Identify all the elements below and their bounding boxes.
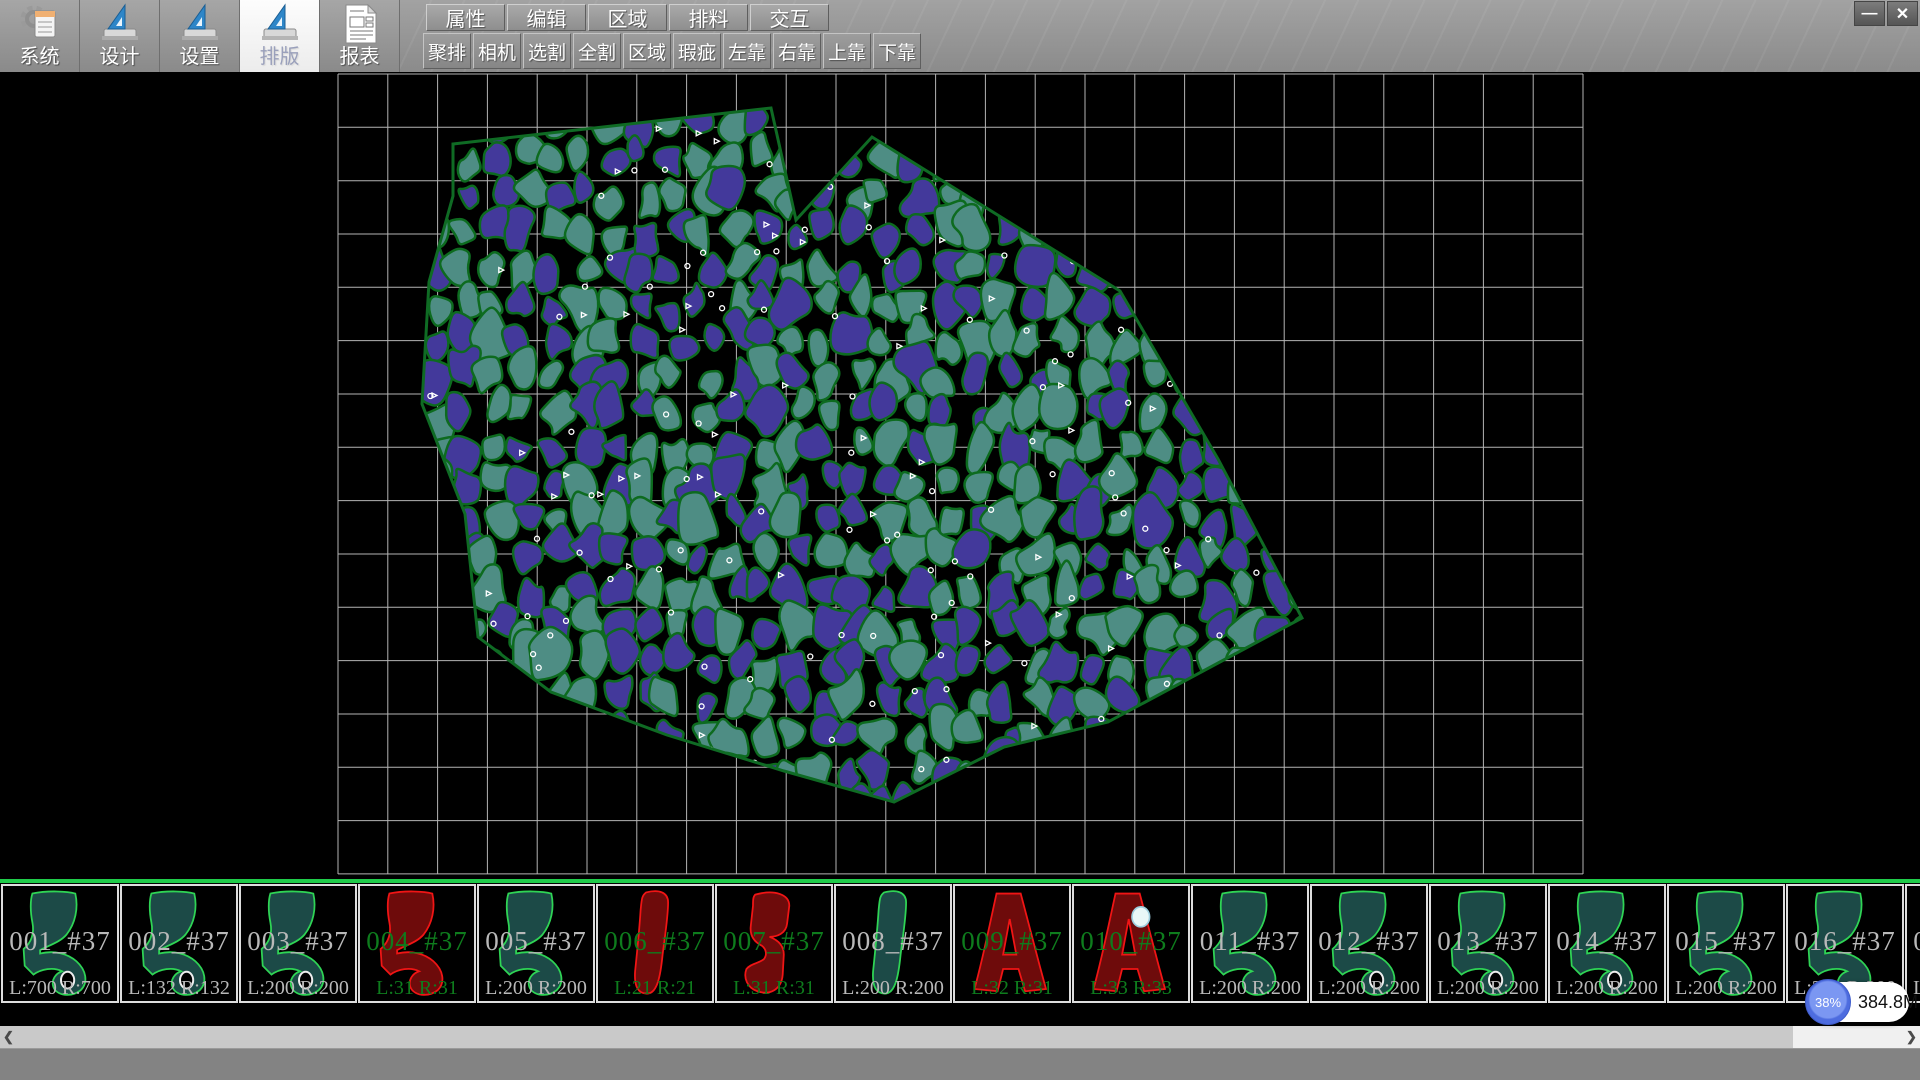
- part-id-label: 007_#37: [717, 926, 831, 957]
- part-id-label: 013_#37: [1431, 926, 1545, 957]
- part-lr-count-label: L:31 R:31: [360, 977, 474, 1000]
- tool-button-4[interactable]: 全割: [573, 33, 621, 69]
- part-lr-count-label: L:200 R:200: [241, 977, 355, 1000]
- minimize-button[interactable]: —: [1854, 1, 1885, 26]
- part-lr-count-label: L:200 R:200: [1669, 977, 1783, 1000]
- close-button[interactable]: ✕: [1887, 1, 1918, 26]
- part-id-label: 014_#37: [1550, 926, 1664, 957]
- part-id-label: 016_#37: [1788, 926, 1902, 957]
- main-toolbar-button-label: 排版: [260, 45, 300, 69]
- part-thumbnail-8[interactable]: 008_#37 L:200 R:200: [834, 884, 952, 1003]
- part-lr-count-label: L:200 R:200: [1431, 977, 1545, 1000]
- strip-divider-line: [0, 879, 1920, 883]
- settings-ruler-icon: [178, 3, 222, 45]
- part-thumbnail-10[interactable]: 010_#37 L:33 R:33: [1072, 884, 1190, 1003]
- part-thumbnail-14[interactable]: 014_#37 L:200 R:200: [1548, 884, 1666, 1003]
- part-thumbnail-3[interactable]: 003_#37 L:200 R:200: [239, 884, 357, 1003]
- app-window: 系统 设计 设置 排版 报表 属性编辑区域排料交互 聚排相机选割全割区域: [0, 0, 1920, 1080]
- part-thumbnail-1[interactable]: 001_#37 L:700 R:700: [1, 884, 119, 1003]
- scroll-right-arrow-icon[interactable]: ❯: [1903, 1026, 1920, 1048]
- tool-button-1[interactable]: 聚排: [423, 33, 471, 69]
- report-document-icon: [338, 3, 382, 45]
- part-lr-count-label: L:200 R:200: [479, 977, 593, 1000]
- part-id-label: 009_#37: [955, 926, 1069, 957]
- menu-item-1[interactable]: 属性: [426, 4, 505, 31]
- nesting-canvas[interactable]: [0, 72, 1920, 879]
- part-thumbnail-15[interactable]: 015_#37 L:200 R:200: [1667, 884, 1785, 1003]
- tool-button-6[interactable]: 瑕疵: [673, 33, 721, 69]
- horizontal-scrollbar[interactable]: ❮ ❯: [0, 1026, 1920, 1048]
- part-thumbnail-6[interactable]: 006_#37 L:21 R:21: [596, 884, 714, 1003]
- part-thumbnail-9[interactable]: 009_#37 L:32 R:31: [953, 884, 1071, 1003]
- menu-item-5[interactable]: 交互: [750, 4, 829, 31]
- part-thumbnail-7[interactable]: 007_#37 L:31 R:31: [715, 884, 833, 1003]
- nesting-canvas-svg: [0, 72, 1920, 879]
- part-thumbnail-2[interactable]: 002_#37 L:132 R:132: [120, 884, 238, 1003]
- tool-bar: 聚排相机选割全割区域瑕疵左靠右靠上靠下靠: [423, 33, 921, 69]
- parts-strip: 001_#37 L:700 R:700 002_#37 L:132 R:132 …: [1, 884, 1920, 1004]
- part-thumbnail-4[interactable]: 004_#37 L:31 R:31: [358, 884, 476, 1003]
- tool-button-7[interactable]: 左靠: [723, 33, 771, 69]
- part-lr-count-label: L:33 R:33: [1074, 977, 1188, 1000]
- menu-item-3[interactable]: 区域: [588, 4, 667, 31]
- tool-button-5[interactable]: 区域: [623, 33, 671, 69]
- scrollbar-thumb[interactable]: [17, 1026, 1793, 1048]
- part-id-label: 006_#37: [598, 926, 712, 957]
- part-thumbnail-13[interactable]: 013_#37 L:200 R:200: [1429, 884, 1547, 1003]
- part-id-label: 005_#37: [479, 926, 593, 957]
- window-controls: — ✕: [1854, 1, 1918, 26]
- part-lr-count-label: L:200 R:200: [1312, 977, 1426, 1000]
- menu-item-2[interactable]: 编辑: [507, 4, 586, 31]
- part-id-label: 002_#37: [122, 926, 236, 957]
- main-toolbar: 系统 设计 设置 排版 报表: [0, 0, 400, 72]
- part-lr-count-label: L:31 R:31: [717, 977, 831, 1000]
- part-lr-count-label: L:200 R:200: [1550, 977, 1664, 1000]
- part-lr-count-label: L:21 R:21: [598, 977, 712, 1000]
- nested-pieces: [381, 72, 1329, 837]
- part-id-label: 001_#37: [3, 926, 117, 957]
- memory-size-label: 384.8M: [1858, 982, 1918, 1022]
- memory-badge[interactable]: 38% 384.8M: [1808, 982, 1909, 1022]
- main-toolbar-button-3[interactable]: 设置: [160, 0, 240, 72]
- design-ruler-icon: [98, 3, 142, 45]
- menu-item-4[interactable]: 排料: [669, 4, 748, 31]
- part-thumbnail-5[interactable]: 005_#37 L:200 R:200: [477, 884, 595, 1003]
- part-id-label: 012_#37: [1312, 926, 1426, 957]
- system-gear-icon: [18, 3, 62, 45]
- part-id-label: 010_#37: [1074, 926, 1188, 957]
- part-lr-count-label: L:200 R:200: [836, 977, 950, 1000]
- part-id-label: 003_#37: [241, 926, 355, 957]
- part-thumbnail-11[interactable]: 011_#37 L:200 R:200: [1191, 884, 1309, 1003]
- main-toolbar-button-label: 设置: [180, 45, 220, 69]
- main-toolbar-button-4[interactable]: 排版: [240, 0, 320, 72]
- menu-bar: 属性编辑区域排料交互: [426, 4, 829, 31]
- memory-percent-badge: 38%: [1805, 979, 1851, 1025]
- part-lr-count-label: L:132 R:132: [122, 977, 236, 1000]
- scroll-left-arrow-icon[interactable]: ❮: [0, 1026, 17, 1048]
- tool-button-10[interactable]: 下靠: [873, 33, 921, 69]
- tool-button-9[interactable]: 上靠: [823, 33, 871, 69]
- part-thumbnail-12[interactable]: 012_#37 L:200 R:200: [1310, 884, 1428, 1003]
- tool-button-8[interactable]: 右靠: [773, 33, 821, 69]
- titlebar: 系统 设计 设置 排版 报表 属性编辑区域排料交互 聚排相机选割全割区域: [0, 0, 1920, 72]
- part-id-label: 011_#37: [1193, 926, 1307, 957]
- main-toolbar-button-2[interactable]: 设计: [80, 0, 160, 72]
- part-lr-count-label: L:32 R:31: [955, 977, 1069, 1000]
- layout-ruler-icon: [258, 3, 302, 45]
- status-bar: [0, 1048, 1920, 1080]
- main-toolbar-button-1[interactable]: 系统: [0, 0, 80, 72]
- part-id-label: 015_#37: [1669, 926, 1783, 957]
- main-toolbar-button-label: 设计: [100, 45, 140, 69]
- part-lr-count-label: L:200 R:200: [1193, 977, 1307, 1000]
- tool-button-3[interactable]: 选割: [523, 33, 571, 69]
- main-toolbar-button-5[interactable]: 报表: [320, 0, 400, 72]
- main-toolbar-button-label: 报表: [340, 45, 380, 69]
- tool-button-2[interactable]: 相机: [473, 33, 521, 69]
- part-id-label: 008_#37: [836, 926, 950, 957]
- part-id-label: 017_#37: [1907, 926, 1920, 957]
- part-lr-count-label: L:700 R:700: [3, 977, 117, 1000]
- part-id-label: 004_#37: [360, 926, 474, 957]
- main-toolbar-button-label: 系统: [20, 45, 60, 69]
